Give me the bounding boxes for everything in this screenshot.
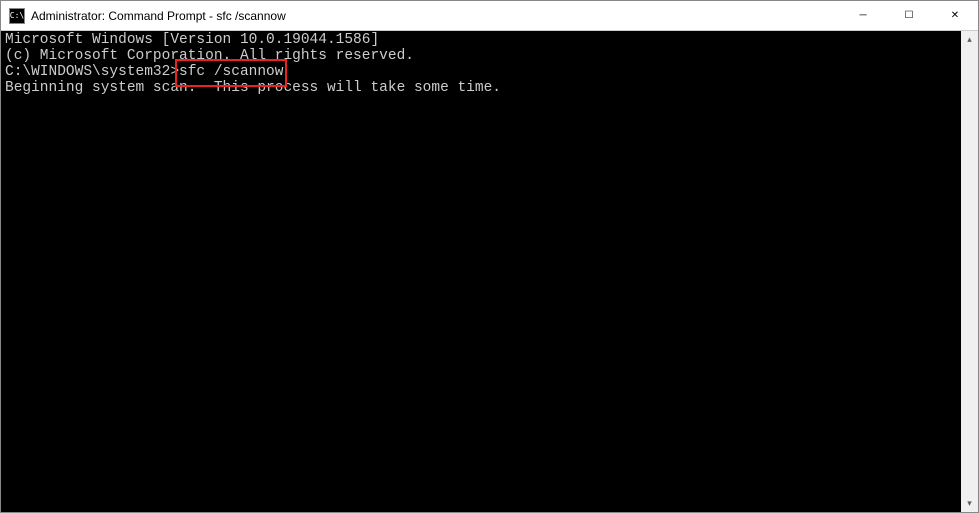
command-highlight: sfc /scannow xyxy=(179,65,283,81)
close-button[interactable]: ✕ xyxy=(932,1,978,30)
terminal-line: Beginning system scan. This process will… xyxy=(5,81,957,97)
minimize-button[interactable]: ─ xyxy=(840,1,886,30)
scroll-down-arrow-icon[interactable]: ▾ xyxy=(961,495,978,512)
terminal-line: Microsoft Windows [Version 10.0.19044.15… xyxy=(5,33,957,49)
command-text: sfc /scannow xyxy=(179,64,283,80)
window-title: Administrator: Command Prompt - sfc /sca… xyxy=(31,9,840,23)
scroll-track[interactable] xyxy=(961,48,978,495)
prompt-text: C:\WINDOWS\system32> xyxy=(5,64,179,80)
app-icon: C:\ xyxy=(9,8,25,24)
terminal-line: (c) Microsoft Corporation. All rights re… xyxy=(5,49,957,65)
terminal-output[interactable]: Microsoft Windows [Version 10.0.19044.15… xyxy=(1,31,961,512)
maximize-button[interactable]: ☐ xyxy=(886,1,932,30)
vertical-scrollbar[interactable]: ▴ ▾ xyxy=(961,31,978,512)
scroll-up-arrow-icon[interactable]: ▴ xyxy=(961,31,978,48)
terminal-line: C:\WINDOWS\system32>sfc /scannow xyxy=(5,65,957,81)
window-titlebar: C:\ Administrator: Command Prompt - sfc … xyxy=(1,1,978,31)
window-controls: ─ ☐ ✕ xyxy=(840,1,978,30)
terminal-container: Microsoft Windows [Version 10.0.19044.15… xyxy=(1,31,978,512)
